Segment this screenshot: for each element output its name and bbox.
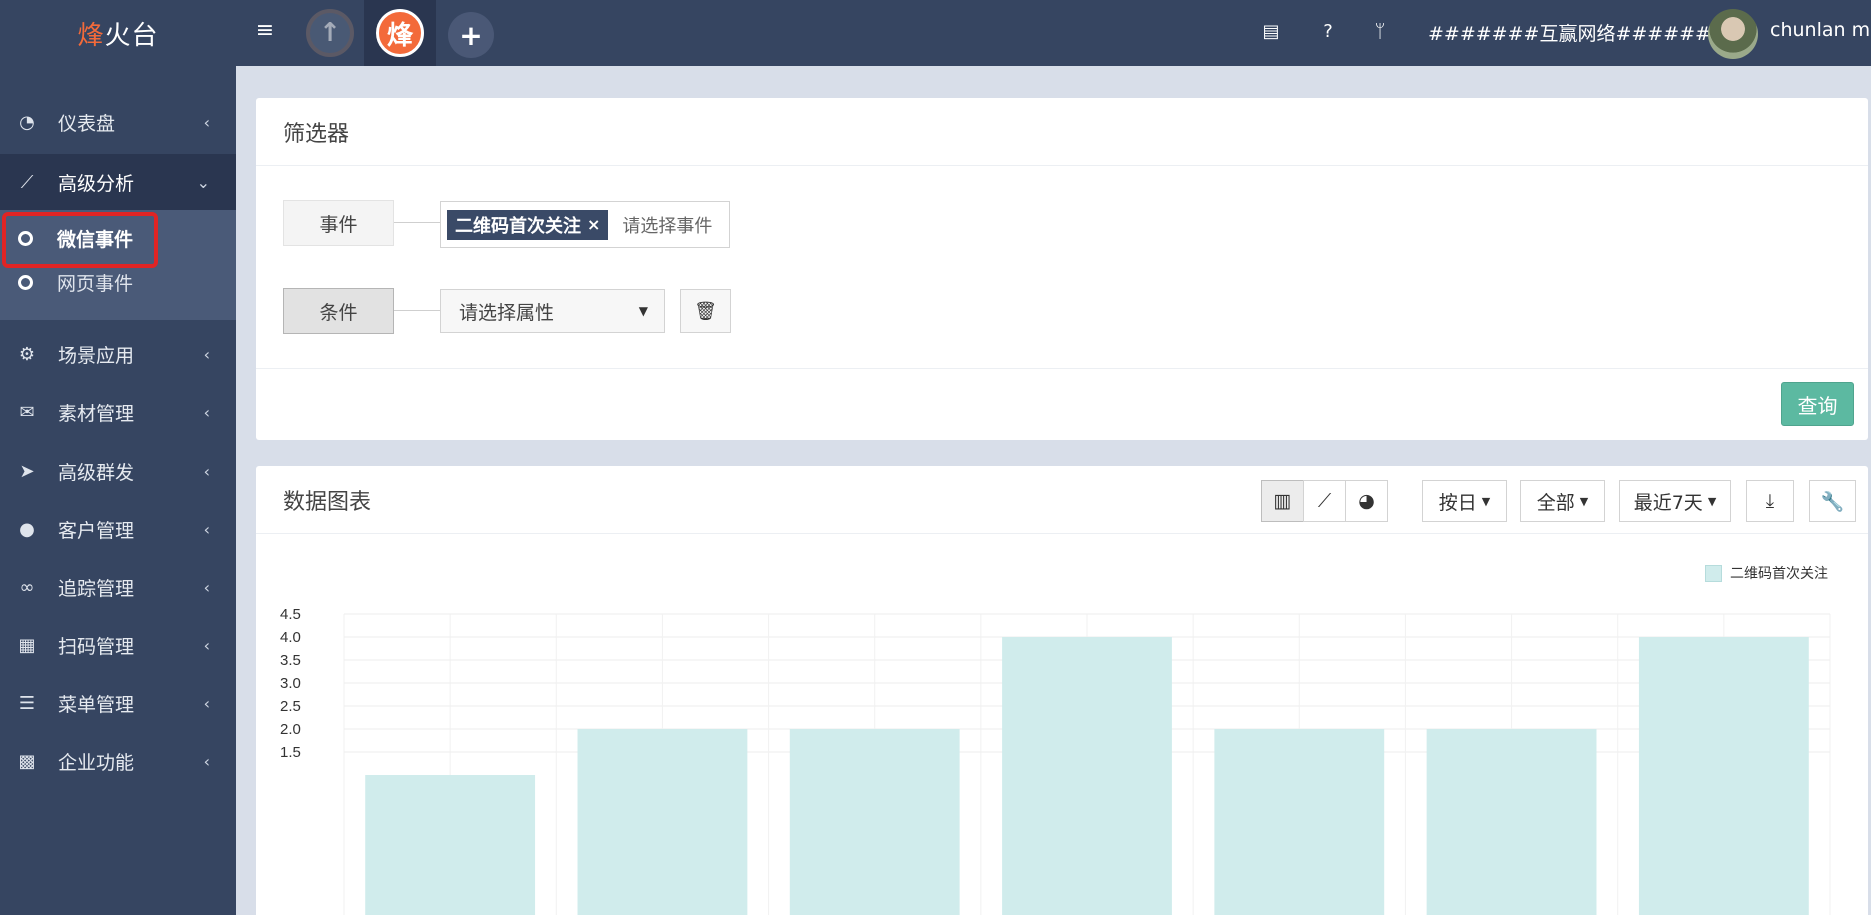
menu-toggle-icon[interactable]: ≡ [254, 20, 276, 42]
username[interactable]: chunlan ma [1770, 19, 1871, 41]
avatar[interactable] [1708, 9, 1758, 59]
chevron-left-icon: ‹ [203, 402, 210, 422]
sidebar-item-label: 高级分析 [58, 172, 135, 195]
selection-highlight [2, 212, 158, 268]
y-tick-label: 2.0 [280, 721, 301, 738]
gear-icon: ⚙ [18, 343, 36, 365]
sidebar-item-mass-send[interactable]: ➤ 高级群发 ‹ [0, 445, 236, 497]
sidebar-item-label: 高级群发 [58, 461, 135, 484]
help-icon[interactable]: ? [1316, 20, 1340, 44]
app-switch-active[interactable]: 烽 [364, 0, 436, 66]
sidebar-item-label: 追踪管理 [58, 577, 135, 600]
book-icon[interactable]: ▤ [1259, 20, 1283, 44]
top-navbar: 烽火台 ≡ ↑ 烽 + ▤ ? ᛘ #######互赢网络#######▼ ch… [0, 0, 1871, 66]
add-app-button[interactable]: + [448, 12, 494, 58]
sidebar-subitem-label: 网页事件 [57, 272, 134, 295]
brand-accent-char: 烽 [77, 20, 105, 51]
filter-footer-divider [256, 368, 1868, 369]
event-select[interactable]: 二维码首次关注 × 请选择事件 [440, 201, 730, 248]
chevron-left-icon: ‹ [203, 751, 210, 771]
chart-bar[interactable] [1426, 729, 1597, 915]
filter-panel-title: 筛选器 [256, 98, 1868, 166]
sidebar-item-label: 客户管理 [58, 519, 135, 542]
sidebar-item-materials[interactable]: ✉ 素材管理 ‹ [0, 386, 236, 438]
brand-text: 火台 [104, 20, 159, 51]
event-select-placeholder: 请选择事件 [622, 215, 713, 237]
sidebar-subitem-web-events[interactable]: 网页事件 [0, 262, 236, 302]
sidebar-item-enterprise[interactable]: ▩ 企业功能 ‹ [0, 735, 236, 787]
chevron-left-icon: ‹ [203, 577, 210, 597]
connector-line [394, 310, 440, 311]
line-chart-icon: ⟋ [20, 171, 34, 193]
grid-icon: ▩ [18, 750, 36, 772]
chart-bar[interactable] [577, 729, 748, 915]
circle-icon [18, 274, 33, 290]
sidebar-item-label: 仪表盘 [58, 112, 116, 135]
chevron-down-icon: ⌄ [196, 172, 210, 192]
sidebar-item-menus[interactable]: ☰ 菜单管理 ‹ [0, 677, 236, 729]
caret-down-icon: ▼ [638, 304, 648, 318]
delete-condition-button[interactable]: 🗑 [680, 289, 731, 333]
chevron-left-icon: ‹ [203, 344, 210, 364]
attribute-select-placeholder: 请选择属性 [459, 301, 555, 324]
trash-icon: 🗑 [694, 300, 717, 322]
bar-chart: 1.5 2.0 2.5 3.0 3.5 4.0 4.5 [280, 606, 1831, 915]
envelope-icon: ✉ [19, 401, 35, 423]
remove-tag-icon[interactable]: × [587, 215, 600, 234]
sidebar-item-tracking[interactable]: ∞ 追踪管理 ‹ [0, 561, 236, 613]
chart-bar[interactable] [1638, 637, 1809, 915]
code-fork-icon[interactable]: ᛘ [1368, 20, 1392, 44]
sidebar-item-customers[interactable]: ● 客户管理 ‹ [0, 503, 236, 555]
sidebar-item-dashboard[interactable]: ◔ 仪表盘 ‹ [0, 96, 236, 148]
y-tick-label: 3.0 [280, 675, 301, 692]
y-tick-label: 4.0 [280, 629, 301, 646]
event-button[interactable]: 事件 [283, 200, 394, 246]
chart-bar[interactable] [365, 775, 536, 915]
query-button[interactable]: 查询 [1781, 382, 1854, 426]
chart-bar[interactable] [1214, 729, 1385, 915]
selected-event-label: 二维码首次关注 [455, 215, 581, 237]
sidebar: ◔ 仪表盘 ‹ ⟋ 高级分析 ⌄ 微信事件 网页事件 ⚙ 场景应用 ‹ ✉ 素材… [0, 66, 236, 915]
organization-name: #######互赢网络####### [1428, 23, 1727, 45]
sidebar-item-label: 素材管理 [58, 402, 135, 425]
y-tick-label: 4.5 [280, 606, 301, 623]
sidebar-item-advanced-analysis[interactable]: ⟋ 高级分析 ⌄ [0, 154, 236, 210]
link-icon: ∞ [19, 576, 35, 598]
paper-plane-icon: ➤ [19, 460, 35, 482]
user-icon: ● [19, 518, 35, 540]
selected-event-tag[interactable]: 二维码首次关注 × [447, 209, 609, 240]
filter-panel: 筛选器 事件 二维码首次关注 × 请选择事件 条件 请选择属性 ▼ 🗑 查询 [256, 98, 1868, 440]
sidebar-item-label: 场景应用 [58, 344, 135, 367]
app-logo-icon: ↑ [306, 9, 354, 57]
chevron-left-icon: ‹ [203, 461, 210, 481]
sidebar-item-label: 企业功能 [58, 751, 135, 774]
list-icon: ☰ [18, 692, 36, 714]
chart-panel: 数据图表 ▥ ⟋ ◕ 按日 ▼ 全部 ▼ 最近7天 ▼ ⤓ 🔧 二维码首次关注 1.5… [256, 466, 1868, 915]
chart-bar[interactable] [1002, 637, 1172, 915]
sidebar-item-scenarios[interactable]: ⚙ 场景应用 ‹ [0, 328, 236, 380]
chart-bar[interactable] [789, 729, 960, 915]
attribute-select[interactable]: 请选择属性 ▼ [440, 289, 665, 333]
qrcode-icon: ▦ [18, 634, 36, 656]
brand-logo[interactable]: 烽火台 [0, 0, 236, 66]
sidebar-item-qrcode[interactable]: ▦ 扫码管理 ‹ [0, 619, 236, 671]
dashboard-icon: ◔ [19, 111, 35, 133]
fenghuotai-app-icon: 烽 [376, 9, 424, 57]
connector-line [394, 222, 440, 223]
app-switch-inactive[interactable]: ↑ [294, 0, 366, 66]
chevron-left-icon: ‹ [203, 693, 210, 713]
y-tick-label: 2.5 [280, 698, 301, 715]
chevron-left-icon: ‹ [203, 112, 210, 132]
chevron-left-icon: ‹ [203, 519, 210, 539]
sidebar-item-label: 菜单管理 [58, 693, 135, 716]
y-tick-label: 3.5 [280, 652, 301, 669]
sidebar-item-label: 扫码管理 [58, 635, 135, 658]
chevron-left-icon: ‹ [203, 635, 210, 655]
condition-button[interactable]: 条件 [283, 288, 394, 334]
organization-dropdown[interactable]: #######互赢网络#######▼ [1428, 19, 1740, 46]
y-tick-label: 1.5 [280, 744, 301, 761]
